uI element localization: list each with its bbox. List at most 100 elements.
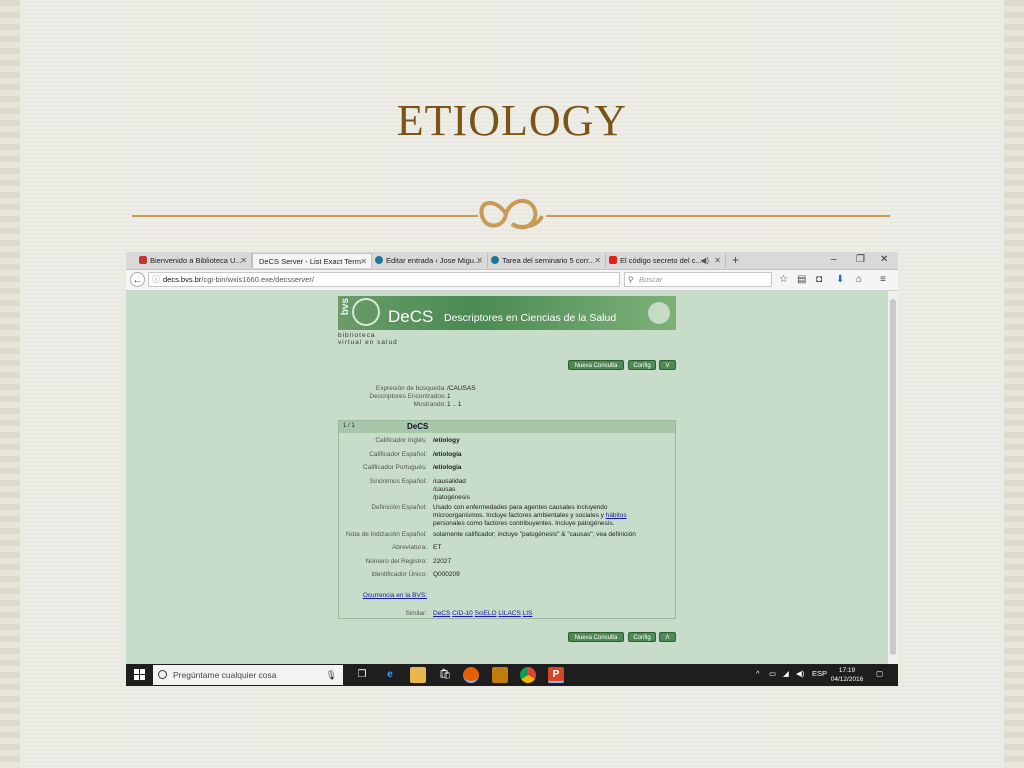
tab-editar-entrada[interactable]: Editar entrada ‹ Jose Migu... ✕: [372, 253, 488, 268]
biblioteca-caption: biblioteca virtual en salud: [338, 332, 398, 346]
tab-label: El código secreto del c...: [620, 256, 702, 265]
expr-value: /CAUSAS: [447, 385, 476, 392]
store-icon[interactable]: 🛍: [437, 667, 453, 683]
banner-brand: DeCS: [388, 307, 434, 326]
taskbar-clock[interactable]: 17:19 04/12/2016: [826, 666, 868, 684]
url-path: /cgi-bin/wxis1660.exe/decsserver/: [201, 275, 314, 284]
powerpoint-icon[interactable]: P: [548, 667, 564, 683]
minimize-button[interactable]: –: [831, 252, 837, 268]
config-button-top[interactable]: Config: [628, 360, 656, 370]
indexing-note-value: solamente calificador; incluye "patogéne…: [433, 531, 636, 538]
definition-text: microorganismos. Incluye factores ambien…: [433, 512, 604, 519]
tab-label: Bienvenido a Biblioteca U...: [150, 256, 242, 265]
photos-icon[interactable]: [492, 667, 508, 683]
close-tab-icon[interactable]: ✕: [714, 253, 721, 268]
title-rule-right: [546, 215, 890, 217]
definition-label: Definición Español:: [371, 504, 427, 511]
youtube-favicon-icon: [609, 256, 617, 264]
config-button-bottom[interactable]: Config: [628, 632, 656, 642]
close-tab-icon[interactable]: ✕: [240, 253, 247, 268]
clock-date: 04/12/2016: [830, 676, 864, 683]
slide-title: ETIOLOGY: [396, 96, 628, 145]
battery-icon[interactable]: ▭: [769, 669, 776, 678]
definition-line-2: microorganismos. Incluye factores ambien…: [433, 512, 627, 519]
expr-label: Expresión de búsqueda:: [375, 385, 446, 392]
close-tab-icon[interactable]: ✕: [476, 253, 483, 268]
maximize-button[interactable]: ❐: [856, 252, 865, 268]
search-icon: ⚲: [628, 275, 634, 284]
task-view-icon[interactable]: ❐: [354, 667, 370, 683]
close-tab-icon[interactable]: ✕: [360, 254, 367, 268]
site-info-icon[interactable]: ⓘ: [152, 273, 160, 286]
habitos-link[interactable]: hábitos: [606, 512, 627, 519]
bvs-occurrence-link[interactable]: Ocurrencia en la BVS:: [363, 592, 427, 599]
scrollbar-thumb[interactable]: [890, 299, 896, 655]
biblio-line-2: virtual en salud: [338, 339, 398, 346]
floral-ornament-icon: [479, 198, 544, 230]
bvs-circle-logo-icon: [352, 298, 380, 326]
bvs-logo: bvs: [340, 298, 351, 316]
record-heading: DeCS: [407, 422, 429, 431]
wordpress-favicon-icon: [491, 256, 499, 264]
tray-chevron-icon[interactable]: ^: [756, 669, 760, 678]
registry-value: 22027: [433, 558, 452, 565]
library-favicon-icon: [139, 256, 147, 264]
volume-icon[interactable]: ◀): [796, 669, 804, 678]
speaker-icon[interactable]: ◀): [700, 253, 709, 268]
back-button[interactable]: ←: [130, 272, 145, 287]
similar-link-decs[interactable]: DeCS: [433, 610, 450, 617]
synonym-1: /causalidad: [433, 478, 466, 485]
nueva-consulta-button-bottom[interactable]: Nueva Consulta: [568, 632, 624, 642]
calif-pt-value: /etiologia: [433, 464, 462, 471]
scrollbar[interactable]: [888, 291, 898, 664]
calif-es-label: Calificador Español:: [369, 451, 427, 458]
close-tab-icon[interactable]: ✕: [594, 253, 601, 268]
showing-label: Mostrando:: [413, 401, 446, 408]
record-header: 1 / 1 DeCS: [339, 421, 675, 433]
language-indicator[interactable]: ESP: [812, 669, 827, 678]
abbr-label: Abreviatura:: [391, 544, 427, 551]
scroll-up-button[interactable]: Λ: [659, 632, 676, 642]
firefox-icon[interactable]: [463, 667, 479, 683]
browser-screenshot: Bienvenido a Biblioteca U... ✕ DeCS Serv…: [126, 252, 898, 686]
search-placeholder: Buscar: [639, 275, 663, 284]
windows-start-icon[interactable]: [134, 669, 145, 680]
clipboard-icon[interactable]: ▤: [797, 273, 806, 287]
tab-tarea-seminario[interactable]: Tarea del seminario 5 corr... ✕: [488, 253, 606, 268]
edge-icon[interactable]: e: [382, 667, 398, 683]
pocket-icon[interactable]: ◘: [816, 273, 822, 287]
tab-biblioteca[interactable]: Bienvenido a Biblioteca U... ✕: [136, 253, 252, 268]
windows-taskbar: Pregúntame cualquier cosa 🎙 ❐ e 🛍 P ^ ▭ …: [126, 664, 898, 686]
nueva-consulta-button-top[interactable]: Nueva Consulta: [568, 360, 624, 370]
found-value: 1: [447, 393, 451, 400]
chrome-icon[interactable]: [520, 667, 536, 683]
microphone-icon[interactable]: 🎙: [326, 665, 337, 685]
address-bar[interactable]: ⓘ decs.bvs.br/cgi-bin/wxis1660.exe/decss…: [148, 272, 637, 287]
new-tab-button[interactable]: +: [732, 252, 739, 268]
definition-line-1: Usado con enfermedades para agentes caus…: [433, 504, 608, 511]
download-icon[interactable]: ⬇: [836, 273, 844, 287]
similar-link-scielo[interactable]: SciELO: [475, 610, 497, 617]
calif-en-label: Calificador Inglés:: [375, 437, 427, 444]
close-window-button[interactable]: ✕: [880, 252, 888, 268]
star-icon[interactable]: ☆: [779, 273, 788, 287]
menu-icon[interactable]: ≡: [880, 273, 886, 287]
search-field[interactable]: ⚲ Buscar: [624, 272, 772, 287]
title-rule-left: [132, 215, 478, 217]
cortana-search-box[interactable]: Pregúntame cualquier cosa 🎙: [153, 665, 343, 685]
unique-id-value: Q000209: [433, 571, 460, 578]
cortana-icon: [158, 670, 167, 679]
similar-link-lis[interactable]: LIS: [523, 610, 533, 617]
tab-codigo-secreto[interactable]: El código secreto del c... ◀) ✕: [606, 253, 726, 268]
tab-label: Tarea del seminario 5 corr...: [502, 256, 595, 265]
definition-line-3: personales como factores contribuyentes.…: [433, 520, 615, 527]
file-explorer-icon[interactable]: [410, 667, 426, 683]
scroll-down-button[interactable]: V: [659, 360, 676, 370]
tab-decs-server[interactable]: DeCS Server - List Exact Term ✕: [252, 253, 372, 268]
notifications-icon[interactable]: ▢: [876, 669, 883, 678]
similar-label: Similar:: [405, 610, 427, 617]
similar-link-lilacs[interactable]: LILACS: [498, 610, 520, 617]
similar-link-cid10[interactable]: CID-10: [452, 610, 473, 617]
network-icon[interactable]: ◢: [783, 669, 789, 678]
home-icon[interactable]: ⌂: [856, 273, 862, 287]
